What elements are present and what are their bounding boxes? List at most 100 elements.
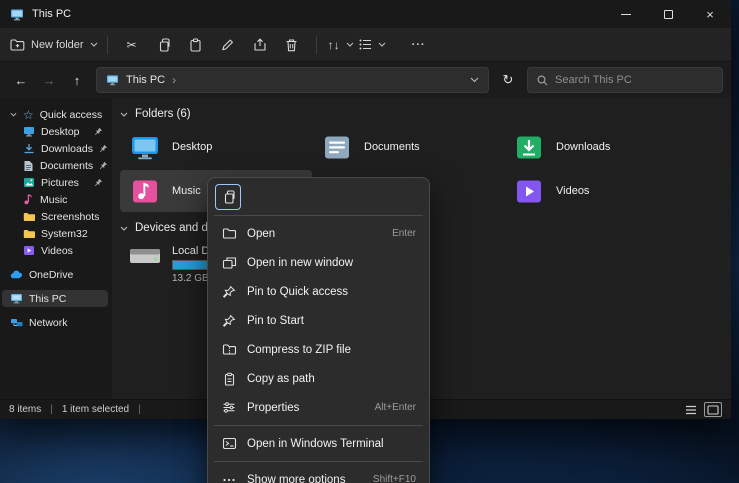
menu-item-label: Pin to Start bbox=[247, 315, 304, 327]
menu-item-compress-to-zip[interactable]: Compress to ZIP file bbox=[212, 335, 425, 364]
selection-count: 1 item selected bbox=[62, 404, 129, 415]
maximize-icon bbox=[664, 10, 673, 19]
menu-item-properties[interactable]: Properties Alt+Enter bbox=[212, 393, 425, 422]
up-button[interactable]: ↑ bbox=[64, 67, 90, 93]
cut-button[interactable]: ✂ bbox=[117, 32, 147, 58]
folder-name: Desktop bbox=[172, 141, 212, 153]
toolbar-divider bbox=[107, 36, 108, 54]
navigation-pane: ☆ Quick access Desktop Downloads Documen… bbox=[0, 98, 112, 399]
view-button[interactable] bbox=[358, 32, 388, 58]
folder-name: Documents bbox=[364, 141, 420, 153]
sidebar-item-pictures[interactable]: Pictures bbox=[2, 174, 108, 191]
paste-button[interactable] bbox=[181, 32, 211, 58]
sidebar-item-desktop[interactable]: Desktop bbox=[2, 123, 108, 140]
copy-icon bbox=[157, 38, 170, 52]
menu-item-show-more-options[interactable]: Show more options Shift+F10 bbox=[212, 465, 425, 483]
menu-shortcut: Enter bbox=[392, 228, 416, 239]
toolbar-divider bbox=[316, 36, 317, 54]
trash-icon bbox=[285, 38, 298, 52]
large-icons-view-button[interactable] bbox=[704, 402, 722, 417]
sidebar-item-this-pc[interactable]: This PC bbox=[2, 290, 108, 307]
delete-button[interactable] bbox=[277, 32, 307, 58]
menu-item-label: Copy as path bbox=[247, 373, 315, 385]
location-pc-icon bbox=[106, 74, 119, 86]
forward-button[interactable]: → bbox=[36, 67, 62, 93]
breadcrumb[interactable]: This PC bbox=[126, 74, 165, 86]
refresh-button[interactable]: ↻ bbox=[495, 67, 521, 93]
chevron-down-icon[interactable] bbox=[120, 226, 128, 231]
folder-icon bbox=[23, 212, 35, 222]
terminal-icon bbox=[221, 437, 237, 450]
new-folder-label: New folder bbox=[31, 39, 84, 51]
pin-icon bbox=[221, 285, 237, 299]
minimize-icon bbox=[621, 14, 631, 15]
back-button[interactable]: ← bbox=[8, 67, 34, 93]
sort-button[interactable]: ↑↓ bbox=[326, 32, 356, 58]
context-menu: Open Enter Open in new window Pin to Qui… bbox=[207, 177, 430, 483]
sidebar-item-quick-access[interactable]: ☆ Quick access bbox=[2, 106, 108, 123]
music-folder-icon bbox=[128, 178, 162, 205]
menu-item-open-in-windows-terminal[interactable]: Open in Windows Terminal bbox=[212, 429, 425, 458]
search-box bbox=[527, 67, 723, 93]
sidebar-label: System32 bbox=[41, 228, 88, 240]
sidebar-item-system32[interactable]: System32 bbox=[2, 225, 108, 242]
rename-icon bbox=[221, 38, 235, 51]
menu-item-label: Open in new window bbox=[247, 257, 353, 269]
sidebar-item-downloads[interactable]: Downloads bbox=[2, 140, 108, 157]
sidebar-item-onedrive[interactable]: OneDrive bbox=[2, 266, 108, 283]
chevron-down-icon bbox=[90, 42, 98, 47]
share-button[interactable] bbox=[245, 32, 275, 58]
folder-tile-desktop[interactable]: Desktop bbox=[120, 126, 312, 168]
sidebar-label: Network bbox=[29, 317, 68, 329]
menu-item-copy-as-path[interactable]: Copy as path bbox=[212, 364, 425, 393]
folder-tile-videos[interactable]: Videos bbox=[504, 170, 696, 212]
copy-icon bbox=[222, 190, 235, 204]
breadcrumb-separator-icon: › bbox=[172, 73, 176, 87]
titlebar: This PC × bbox=[0, 0, 731, 28]
sidebar-item-videos[interactable]: Videos bbox=[2, 242, 108, 259]
sort-icon: ↑↓ bbox=[328, 39, 340, 51]
zip-folder-icon bbox=[221, 343, 237, 356]
chevron-down-icon[interactable] bbox=[10, 112, 17, 117]
sidebar-item-screenshots[interactable]: Screenshots bbox=[2, 208, 108, 225]
menu-separator bbox=[214, 461, 423, 462]
sidebar-item-music[interactable]: Music bbox=[2, 191, 108, 208]
desktop-folder-icon bbox=[128, 134, 162, 161]
sidebar-label: This PC bbox=[29, 293, 66, 305]
maximize-button[interactable] bbox=[647, 0, 689, 28]
menu-shortcut: Alt+Enter bbox=[375, 402, 416, 413]
folder-name: Music bbox=[172, 185, 201, 197]
sidebar-label: OneDrive bbox=[29, 269, 73, 281]
chevron-down-icon[interactable] bbox=[120, 112, 128, 117]
details-view-button[interactable] bbox=[682, 402, 700, 417]
address-dropdown-chevron-icon[interactable] bbox=[470, 77, 479, 83]
search-input[interactable] bbox=[555, 74, 713, 86]
new-folder-button[interactable]: New folder bbox=[10, 32, 98, 58]
sidebar-item-documents[interactable]: Documents bbox=[2, 157, 108, 174]
close-button[interactable]: × bbox=[689, 0, 731, 28]
folders-section-header[interactable]: Folders (6) bbox=[120, 104, 723, 124]
address-bar[interactable]: This PC › bbox=[96, 67, 489, 93]
paste-icon bbox=[189, 38, 202, 52]
sidebar-label: Videos bbox=[41, 245, 73, 257]
folder-tile-downloads[interactable]: Downloads bbox=[504, 126, 696, 168]
this-pc-icon bbox=[10, 293, 23, 304]
menu-item-pin-to-quick-access[interactable]: Pin to Quick access bbox=[212, 277, 425, 306]
minimize-button[interactable] bbox=[605, 0, 647, 28]
copy-button[interactable] bbox=[215, 184, 241, 210]
copy-button[interactable] bbox=[149, 32, 179, 58]
videos-icon bbox=[23, 245, 35, 256]
navigation-bar: ← → ↑ This PC › ↻ bbox=[0, 62, 731, 98]
view-icon bbox=[359, 39, 372, 50]
chevron-down-icon bbox=[378, 42, 386, 47]
rename-button[interactable] bbox=[213, 32, 243, 58]
folder-tile-documents[interactable]: Documents bbox=[312, 126, 504, 168]
menu-separator bbox=[214, 215, 423, 216]
menu-item-open[interactable]: Open Enter bbox=[212, 219, 425, 248]
sidebar-item-network[interactable]: Network bbox=[2, 314, 108, 331]
menu-item-open-new-window[interactable]: Open in new window bbox=[212, 248, 425, 277]
menu-item-pin-to-start[interactable]: Pin to Start bbox=[212, 306, 425, 335]
more-options-button[interactable]: ··· bbox=[404, 32, 434, 58]
menu-item-label: Open bbox=[247, 228, 275, 240]
folders-header-label: Folders (6) bbox=[135, 108, 191, 120]
